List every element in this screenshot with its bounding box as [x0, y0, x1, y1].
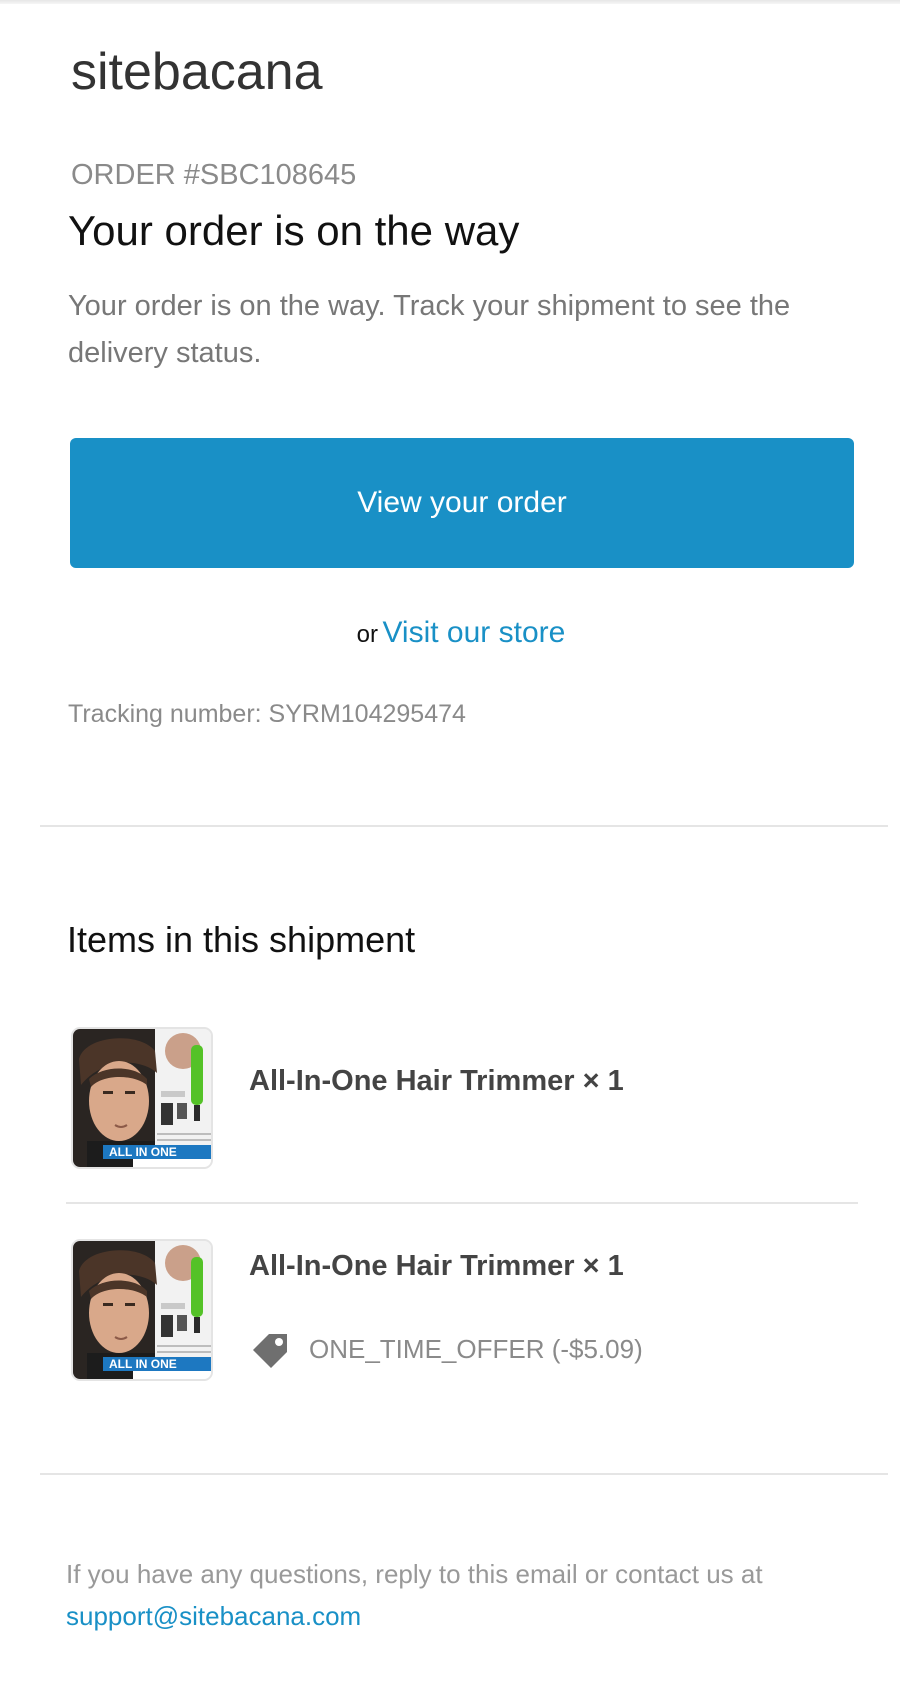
tracking-number: Tracking number: SYRM104295474 [68, 700, 466, 728]
top-border [0, 0, 900, 4]
footer-text: If you have any questions, reply to this… [66, 1559, 763, 1589]
footer-contact: If you have any questions, reply to this… [66, 1553, 876, 1637]
store-link-row: or Visit our store [0, 610, 900, 661]
shop-name[interactable]: sitebacana [71, 40, 323, 104]
tag-icon [253, 1334, 287, 1368]
order-number: ORDER #SBC108645 [71, 159, 357, 191]
or-label: or [356, 621, 379, 648]
section-divider [40, 825, 888, 827]
discount-row: ONE_TIME_OFFER (-$5.09) [249, 1328, 643, 1370]
view-order-button[interactable]: View your order [70, 438, 854, 568]
item-name: All-In-One Hair Trimmer × 1 [249, 1250, 624, 1282]
section-divider [40, 1473, 888, 1475]
shipment-section-title: Items in this shipment [67, 919, 416, 960]
product-thumbnail: ALL IN ONE [71, 1239, 213, 1381]
discount-code: ONE_TIME_OFFER (-$5.09) [309, 1334, 643, 1364]
visit-store-link[interactable]: Visit our store [382, 616, 565, 649]
svg-text:ALL IN ONE: ALL IN ONE [109, 1145, 177, 1159]
intro-text: Your order is on the way. Track your shi… [68, 290, 791, 369]
page-title: Your order is on the way [68, 207, 520, 254]
hair-trimmer-product-image: ALL IN ONE [73, 1241, 211, 1379]
item-name: All-In-One Hair Trimmer × 1 [249, 1065, 624, 1097]
product-thumbnail: ALL IN ONE [71, 1027, 213, 1169]
hair-trimmer-product-image: ALL IN ONE [73, 1029, 211, 1167]
item-divider [66, 1202, 858, 1204]
svg-text:ALL IN ONE: ALL IN ONE [109, 1357, 177, 1371]
support-email-link[interactable]: support@sitebacana.com [66, 1601, 361, 1631]
